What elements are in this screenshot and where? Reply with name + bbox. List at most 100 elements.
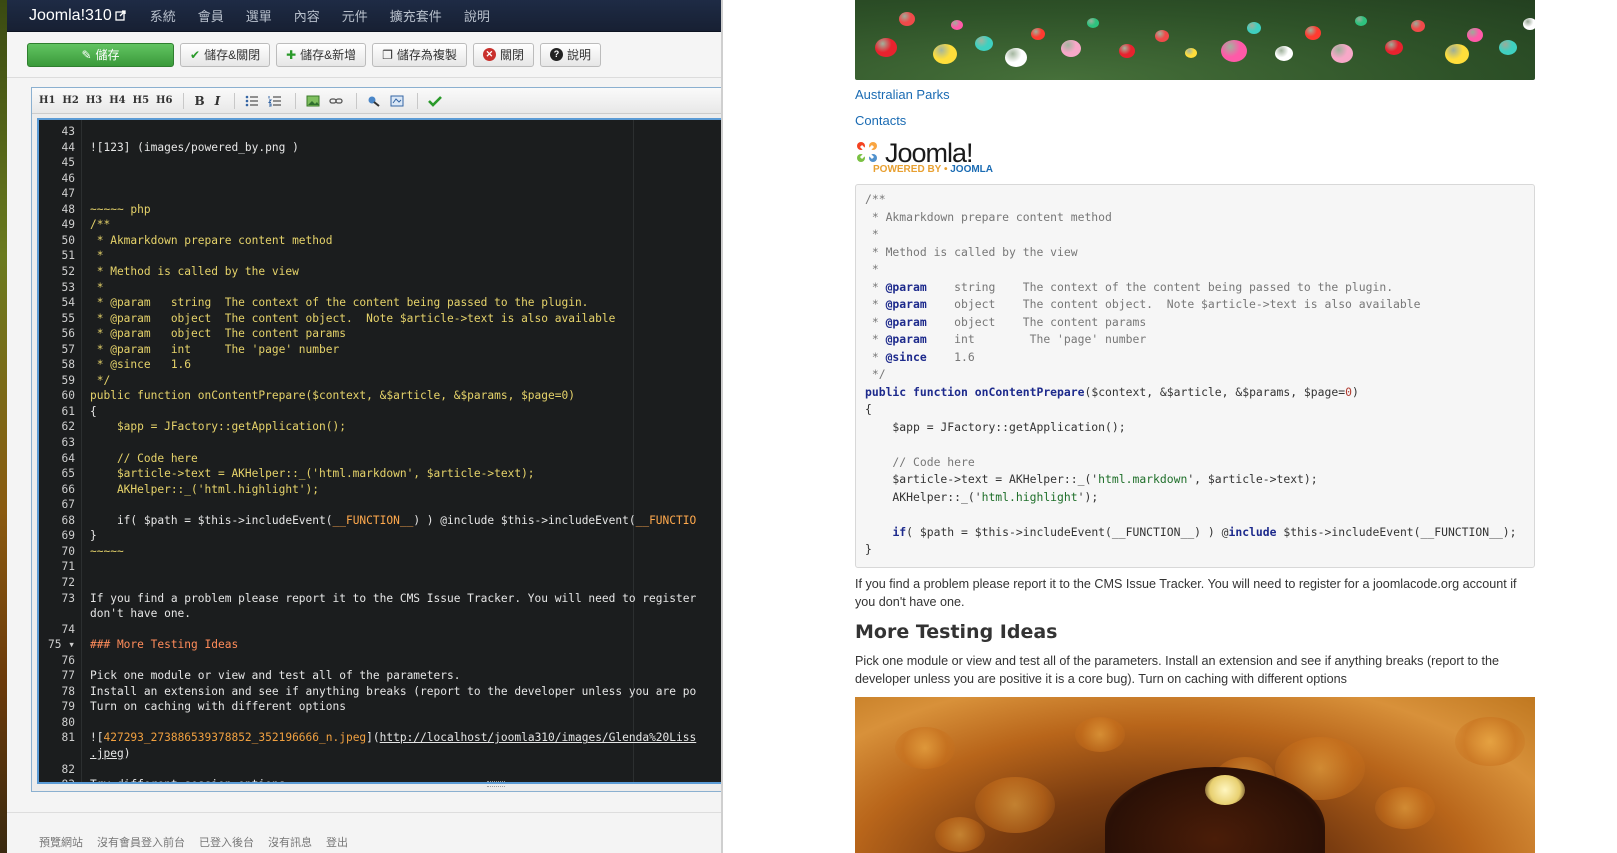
code-line: 77 Pick one module or view and test all o… (39, 668, 721, 684)
nav-menus[interactable]: 選單 (246, 6, 272, 25)
h6-button[interactable]: H6 (156, 95, 172, 106)
contacts-link[interactable]: Contacts (855, 113, 906, 128)
blurred-leaf-shape (1375, 787, 1435, 829)
h1-button[interactable]: H1 (39, 95, 55, 106)
h2-button[interactable]: H2 (62, 95, 78, 106)
status-logout[interactable]: 登出 (326, 834, 348, 850)
balloon-shape (1411, 20, 1425, 32)
code-line: 60 public function onContentPrepare($cont… (39, 388, 721, 404)
nav-extensions[interactable]: 擴充套件 (390, 6, 442, 25)
numbered-list-icon[interactable] (268, 95, 282, 107)
butterfly-shape (1205, 775, 1245, 805)
code-line: 43 (39, 124, 721, 140)
bold-button[interactable]: B (194, 94, 204, 108)
line-number: 63 (61, 436, 75, 449)
link-icon[interactable] (329, 95, 343, 107)
h4-button[interactable]: H4 (109, 95, 125, 106)
code-line: 61 { (39, 404, 721, 420)
line-number: 45 (61, 156, 75, 170)
line-number: 47 (61, 187, 75, 201)
joomla-powered-by: POWERED BY • JOOMLA (873, 164, 994, 175)
nav-system[interactable]: 系統 (150, 6, 176, 25)
action-toolbar: ✎ 儲存 ✔ 儲存&關閉 ✚ 儲存&新增 ❐ 儲存為複製 ✕ 關閉 ? 說明 (7, 32, 721, 78)
line-number: 66 (61, 482, 75, 496)
line-number: 62 (61, 420, 75, 434)
code-preview-line: } (865, 542, 872, 556)
nav-components[interactable]: 元件 (342, 6, 368, 25)
desktop-edge (0, 0, 7, 853)
line-number: 59 (61, 373, 75, 387)
code-editor-area[interactable]: 43 44 ![123] (images/powered_by.png ) 45 46 4… (37, 118, 721, 784)
save-button[interactable]: ✎ 儲存 (27, 42, 174, 67)
line-text: { (90, 404, 97, 418)
status-messages: 沒有訊息 (268, 837, 312, 849)
code-line: 63 (39, 435, 721, 451)
line-text: * @param string The context of the conte… (90, 296, 589, 310)
line-number: 80 (61, 715, 75, 729)
line-text: Install an extension and see if anything… (90, 684, 697, 698)
australian-parks-link[interactable]: Australian Parks (855, 87, 950, 102)
line-number: 58 (61, 358, 75, 372)
line-text: if( $path = $this->includeEvent(__FUNCTI… (90, 513, 697, 527)
help-label: 說明 (566, 48, 591, 62)
code-icon[interactable] (367, 95, 381, 107)
image-icon[interactable] (306, 95, 320, 107)
help-button[interactable]: ? 說明 (539, 42, 601, 67)
line-number: 61 (61, 404, 75, 418)
code-line: 62 $app = JFactory::getApplication(); (39, 419, 721, 435)
close-button[interactable]: ✕ 關閉 (472, 42, 534, 67)
h5-button[interactable]: H5 (133, 95, 149, 106)
bullet-list-icon[interactable] (245, 95, 259, 107)
line-number: 68 (61, 513, 75, 527)
code-line: .jpeg) (39, 746, 721, 762)
line-text: * Akmarkdown prepare content method (90, 233, 333, 247)
balloon-shape (1445, 44, 1469, 64)
line-text: } (90, 529, 97, 543)
balloon-shape (1355, 16, 1367, 26)
balloon-shape (1467, 28, 1483, 42)
code-line: 76 (39, 653, 721, 669)
h3-button[interactable]: H3 (86, 95, 102, 106)
status-preview-site[interactable]: 預覽網站 (39, 834, 83, 850)
line-text: * @param object The content object. Note… (90, 311, 616, 325)
line-number: 48 (61, 202, 75, 216)
nav-content[interactable]: 內容 (294, 6, 320, 25)
powered-by-brand: JOOMLA (950, 164, 994, 175)
balloon-shape (1385, 40, 1403, 55)
preview-icon[interactable] (390, 95, 404, 107)
blurred-leaf-shape (935, 817, 985, 852)
editor-resize-handle[interactable] (487, 781, 505, 787)
code-line: 48 ~~~~~ php (39, 202, 721, 218)
line-text: AKHelper::_('html.highlight'); (90, 482, 320, 496)
balloon-shape (1331, 44, 1353, 63)
line-text: ~~~~~ (90, 544, 124, 558)
line-number: 52 (61, 264, 75, 278)
line-text: /** (90, 218, 111, 232)
line-text: * @param int The 'page' number (90, 342, 340, 356)
site-brand-link[interactable]: Joomla!310 (29, 7, 126, 25)
code-preview-line: * @param string The context of the conte… (865, 279, 1394, 294)
toolbar-divider (356, 92, 358, 109)
more-testing-heading: More Testing Ideas (855, 621, 1058, 643)
code-line: 51 * (39, 248, 721, 264)
code-line: 67 (39, 497, 721, 513)
line-text: * @param object The content params (90, 327, 346, 341)
line-text: Pick one module or view and test all of … (90, 669, 461, 683)
nav-users[interactable]: 會員 (198, 6, 224, 25)
save-close-button[interactable]: ✔ 儲存&關閉 (180, 42, 271, 67)
nav-help[interactable]: 說明 (464, 6, 490, 25)
italic-button[interactable]: I (215, 94, 221, 108)
code-line: 55 * @param object The content object. N… (39, 311, 721, 327)
save-copy-label: 儲存為複製 (396, 48, 457, 62)
save-copy-button[interactable]: ❐ 儲存為複製 (372, 42, 467, 67)
save-new-button[interactable]: ✚ 儲存&新增 (276, 42, 367, 67)
line-text: $article->text = AKHelper::_('html.markd… (90, 467, 535, 481)
line-number: 67 (61, 498, 75, 512)
line-text: ![123] (images/powered_by.png ) (90, 140, 299, 154)
joomla-emblem-icon (857, 142, 877, 162)
code-line: 70 ~~~~~ (39, 544, 721, 560)
line-number: 73 (61, 591, 75, 605)
checkmark-icon[interactable] (428, 95, 443, 107)
line-text: * @since 1.6 (90, 358, 192, 372)
balloon-shape (1185, 48, 1197, 58)
